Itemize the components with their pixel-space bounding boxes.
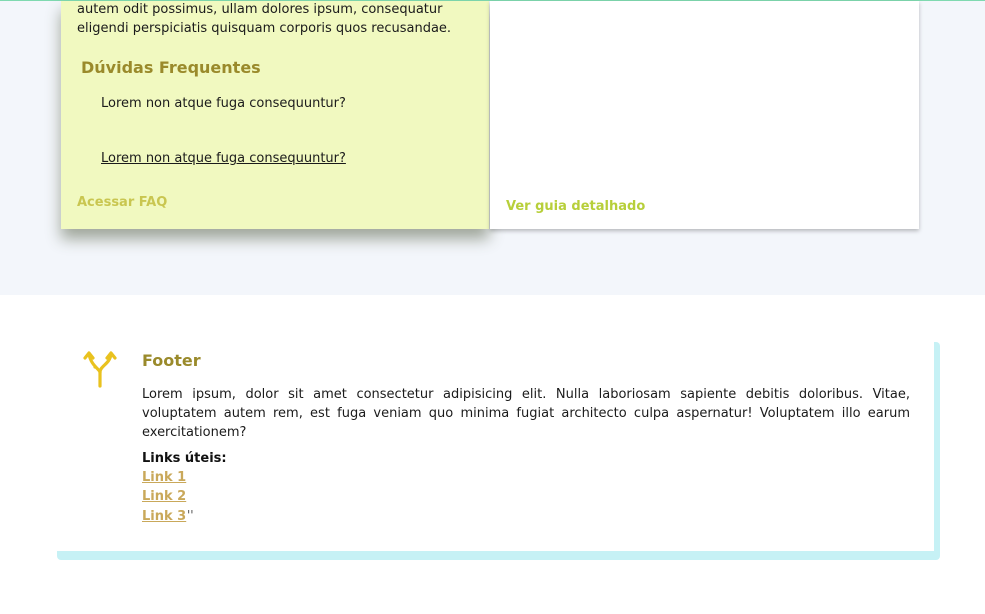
faq-intro-text: autem odit possimus, ullam dolores ipsum… <box>77 2 452 36</box>
footer-title: Footer <box>142 351 201 370</box>
footer-link-1[interactable]: Link 1 <box>142 470 186 485</box>
trailing-mark: '' <box>187 508 194 522</box>
faq-card: autem odit possimus, ullam dolores ipsum… <box>61 1 489 229</box>
faq-title: Dúvidas Frequentes <box>81 58 261 77</box>
merge-arrows-icon <box>83 350 117 390</box>
footer-description: Lorem ipsum, dolor sit amet consectetur … <box>142 387 910 440</box>
footer-link-2[interactable]: Link 2 <box>142 489 186 504</box>
footer-card: Footer Lorem ipsum, dolor sit amet conse… <box>57 342 940 560</box>
footer-link-3[interactable]: Link 3 <box>142 509 186 524</box>
access-faq-link[interactable]: Acessar FAQ <box>77 195 167 210</box>
faq-question: Lorem non atque fuga consequuntur? <box>101 96 346 111</box>
useful-links-label: Links úteis: <box>142 451 227 466</box>
guide-card: Ver guia detalhado <box>490 1 919 229</box>
top-section: autem odit possimus, ullam dolores ipsum… <box>0 0 985 295</box>
detailed-guide-link[interactable]: Ver guia detalhado <box>506 199 645 214</box>
faq-question-link[interactable]: Lorem non atque fuga consequuntur? <box>101 151 346 166</box>
